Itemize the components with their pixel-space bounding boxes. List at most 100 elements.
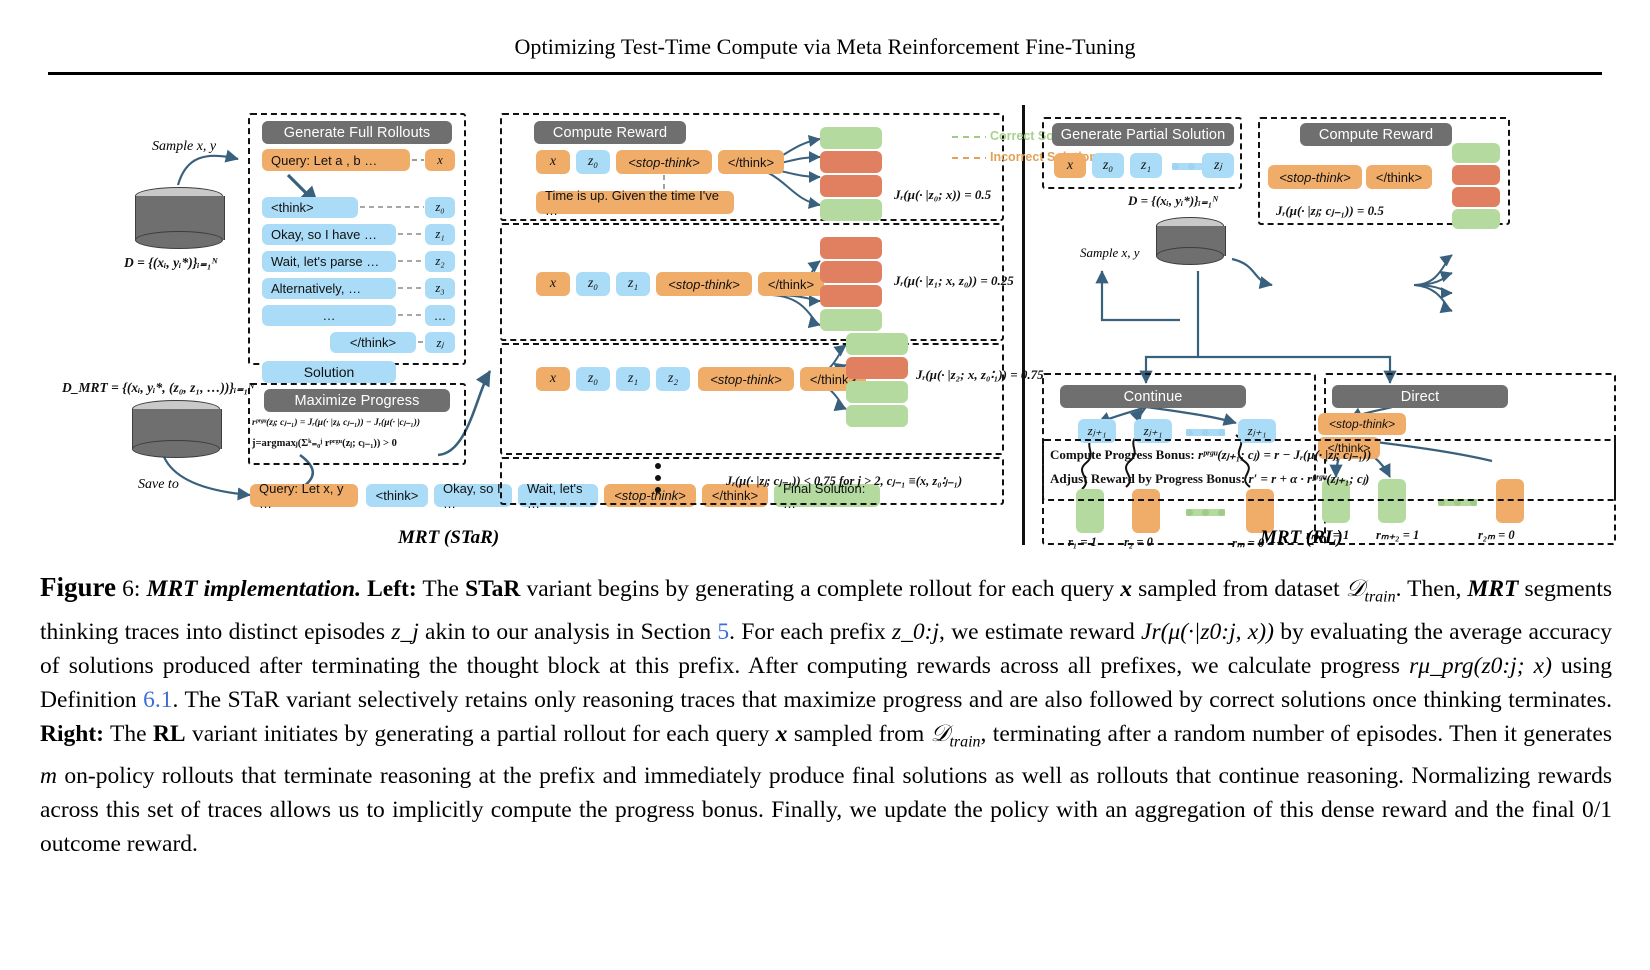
- step-tag-0: z₀: [425, 197, 455, 218]
- right-reward-token-1: </think>: [1366, 165, 1432, 189]
- row1-token-2: z₁: [616, 272, 650, 296]
- row0-outcome-1: [820, 151, 882, 173]
- continue-reward-0: r₁ = 1: [1068, 535, 1097, 549]
- row1-outcome-2: [820, 285, 882, 307]
- row2-outcome-2: [846, 381, 908, 403]
- row2-formula: Jᵣ(μ(· |z₂; x, z₀∶₁)) = 0.75: [916, 367, 1044, 382]
- sample-xy-label: Sample x, y: [152, 139, 217, 154]
- running-header: Optimizing Test-Time Compute via Meta Re…: [514, 34, 1136, 59]
- step-box-2: Wait, let's parse …: [262, 251, 396, 272]
- direct-reward-1: rₘ₊₂ = 1: [1376, 528, 1420, 542]
- bonus-line-2-label: Adjust Reward by Progress Bonus:: [1050, 471, 1246, 486]
- step-box-1: Okay, so I have …: [262, 224, 396, 245]
- caption-figure-word: Figure: [40, 572, 116, 602]
- direct-header: Direct: [1332, 385, 1508, 408]
- step-tag-2: z₂: [425, 251, 455, 272]
- right-reward-formula: Jᵣ(μ(· |zⱼ; cⱼ₋₁)) = 0.5: [1276, 203, 1384, 218]
- step-tag-3: z₃: [425, 278, 455, 299]
- row2-outcome-3: [846, 405, 908, 427]
- figure-canvas: Sample x, y D = {(xᵢ, yᵢ*)}ᵢ₌₁ᴺ D_MRT = …: [0, 95, 1650, 565]
- row1-token-0: x: [536, 272, 570, 296]
- final-seq-0: Query: Let x, y …: [250, 481, 358, 511]
- maximize-formula-2: j=argmaxⱼ(Σᵏ₌₀ʲ rᵖʳᵍᵘ(zⱼ; cⱼ₋₁)) > 0: [252, 438, 397, 449]
- step-tag-1: z₁: [425, 224, 455, 245]
- right-sample-label: Sample x, y: [1080, 245, 1140, 260]
- partial-token-1: z₀: [1092, 153, 1124, 178]
- time-up-box: Time is up. Given the time I've …: [536, 188, 734, 218]
- right-reward-outcome-3: [1452, 209, 1500, 229]
- partial-token-2: z₁: [1130, 153, 1162, 178]
- row0-token-2: <stop-think>: [616, 150, 712, 174]
- dataset-top-formula: D = {(xᵢ, yᵢ*)}ᵢ₌₁ᴺ: [124, 255, 218, 270]
- direct-reward-2: r₂ₘ = 0: [1478, 528, 1515, 542]
- direct-token-0: <stop-think>: [1318, 413, 1406, 435]
- maximize-progress-header: Maximize Progress: [264, 389, 450, 412]
- right-panel-title: MRT (RL): [1260, 527, 1343, 548]
- solution-box: Solution: [262, 361, 396, 383]
- partial-token-0: x: [1054, 153, 1086, 178]
- row2-token-0: x: [536, 367, 570, 391]
- row2-token-3: z₂: [656, 367, 690, 391]
- right-compute-reward-header: Compute Reward: [1300, 123, 1452, 146]
- bonus-line-2-formula: r′ = r + α · rᵖʳᵍᵘ(zⱼ₊₁; cⱼ): [1248, 471, 1370, 486]
- bonus-line-1-label: Compute Progress Bonus:: [1050, 447, 1195, 462]
- right-dataset-formula: D = {(xᵢ, yᵢ*)}ᵢ₌₁ᴺ: [1128, 193, 1219, 208]
- figure-caption: Figure 6: MRT implementation. Left: The …: [40, 570, 1612, 861]
- header-rule: [48, 72, 1602, 75]
- right-dataset-cylinder: [1156, 217, 1226, 265]
- dataset-cylinder-bottom: [132, 400, 222, 458]
- step-tag-4: …: [425, 305, 455, 326]
- row0-outcome-0: [820, 127, 882, 149]
- row2-token-1: z₀: [576, 367, 610, 391]
- paper-figure-page: Optimizing Test-Time Compute via Meta Re…: [0, 0, 1650, 970]
- continue-outcome-ellipsis: [1186, 509, 1225, 516]
- continue-reward-1: r₂ = 0: [1124, 535, 1153, 549]
- maximize-formula-1: rᵖʳᵍᵘ(zⱼ; cⱼ₋₁) = Jᵣ(μ(· |zⱼ, cⱼ₋₁)) − J…: [252, 418, 421, 428]
- row1-outcome-3: [820, 309, 882, 331]
- partial-token-3: zⱼ: [1202, 153, 1234, 178]
- continue-ellipsis: [1186, 429, 1225, 436]
- generate-partial-header: Generate Partial Solution: [1052, 123, 1234, 146]
- right-reward-outcome-2: [1452, 187, 1500, 207]
- row0-token-1: z₀: [576, 150, 610, 174]
- step-box-4: …: [262, 305, 396, 326]
- row1-token-4: </think>: [758, 272, 824, 296]
- compute-reward-header: Compute Reward: [534, 121, 686, 144]
- caption-title: MRT implementation.: [146, 576, 361, 602]
- vertical-ellipsis: [655, 463, 661, 493]
- query-tag: x: [425, 149, 455, 171]
- row0-formula: Jᵣ(μ(· |z₀; x)) = 0.5: [894, 187, 992, 202]
- right-reward-outcome-0: [1452, 143, 1500, 163]
- dataset-bottom-formula: D_MRT = {(xᵢ, yᵢ*, (z₀, z₁, …))}ᵢ₌₁ᴺ: [62, 380, 255, 395]
- save-to-label: Save to: [138, 477, 179, 492]
- step-tag-5: zⱼ: [425, 332, 455, 353]
- left-panel-title: MRT (STaR): [398, 527, 500, 548]
- row0-outcome-3: [820, 199, 882, 221]
- row1-token-3: <stop-think>: [656, 272, 752, 296]
- row1-outcome-1: [820, 261, 882, 283]
- bonus-line-1: Compute Progress Bonus: rᵖʳᵍᵘ(zⱼ₊₁; cⱼ) …: [1050, 447, 1371, 463]
- row2-token-2: z₁: [616, 367, 650, 391]
- caption-number: 6:: [122, 576, 141, 602]
- row0-token-0: x: [536, 150, 570, 174]
- tail-formula: Jᵣ(μ(· |zⱼ; cⱼ₋₁)) < 0.75 for j > 2, cⱼ₋…: [726, 474, 963, 488]
- continue-header: Continue: [1060, 385, 1246, 408]
- final-seq-1: <think>: [366, 484, 428, 507]
- row1-outcome-0: [820, 237, 882, 259]
- compute-reward-panel-row3: [500, 343, 1004, 455]
- bonus-line-1-formula: rᵖʳᵍᵘ(zⱼ₊₁; cⱼ) = r − Jᵣ(μ(· |zⱼ; cⱼ₋₁)): [1197, 447, 1372, 462]
- step-box-3: Alternatively, …: [262, 278, 396, 299]
- right-reward-outcome-1: [1452, 165, 1500, 185]
- dataset-cylinder-top: [135, 187, 225, 249]
- bonus-line-2: Adjust Reward by Progress Bonus: r′ = r …: [1050, 471, 1369, 487]
- right-reward-token-0: <stop-think>: [1268, 165, 1362, 189]
- row2-outcome-1: [846, 357, 908, 379]
- row0-token-3: </think>: [718, 150, 784, 174]
- generate-full-rollouts-header: Generate Full Rollouts: [262, 121, 452, 144]
- row2-token-4: <stop-think>: [698, 367, 794, 391]
- query-box: Query: Let a , b …: [262, 149, 410, 171]
- row1-formula: Jᵣ(μ(· |z₁; x, z₀)) = 0.25: [894, 273, 1014, 288]
- row0-outcome-2: [820, 175, 882, 197]
- row1-token-1: z₀: [576, 272, 610, 296]
- panel-divider: [1022, 105, 1025, 545]
